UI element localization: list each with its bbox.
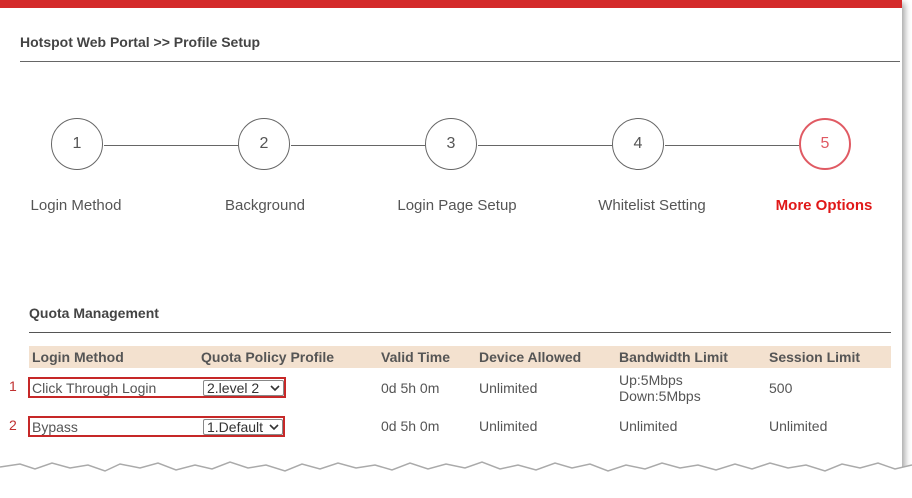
device-allowed-cell: Unlimited (479, 418, 538, 434)
step-2-label[interactable]: Background (185, 197, 345, 214)
quota-profile-select[interactable]: 2.level 2 (203, 380, 284, 396)
bandwidth-cell: Unlimited (619, 418, 678, 434)
step-4-label[interactable]: Whitelist Setting (572, 197, 732, 214)
quota-profile-value: 2.level 2 (207, 380, 260, 396)
table-header (29, 346, 891, 368)
step-1-label[interactable]: Login Method (0, 197, 156, 214)
section-divider (29, 332, 891, 333)
column-header-quota-profile: Quota Policy Profile (201, 349, 335, 365)
bandwidth-down-cell: Down:5Mbps (619, 388, 701, 404)
step-3-circle[interactable]: 3 (425, 118, 477, 170)
session-limit-cell: Unlimited (769, 418, 828, 434)
step-5-label[interactable]: More Options (744, 197, 902, 214)
step-2-circle[interactable]: 2 (238, 118, 290, 170)
valid-time-cell: 0d 5h 0m (381, 418, 440, 434)
step-3-label[interactable]: Login Page Setup (377, 197, 537, 214)
bandwidth-up-cell: Up:5Mbps (619, 372, 683, 388)
valid-time-cell: 0d 5h 0m (381, 380, 440, 396)
column-header-session-limit: Session Limit (769, 349, 861, 365)
section-title: Quota Management (29, 305, 159, 321)
row-number-annotation: 1 (9, 378, 17, 394)
column-header-device-allowed: Device Allowed (479, 349, 582, 365)
top-accent-bar (0, 0, 902, 8)
quota-profile-select[interactable]: 1.Default (203, 419, 283, 435)
torn-edge (0, 461, 912, 498)
step-4-circle[interactable]: 4 (612, 118, 664, 170)
highlight-box: Bypass 1.Default (28, 416, 285, 437)
column-header-login-method: Login Method (32, 349, 124, 365)
step-connector (291, 145, 425, 146)
header-divider (20, 61, 900, 62)
row-number-annotation: 2 (9, 417, 17, 433)
login-method-cell: Click Through Login (32, 380, 157, 396)
chevron-down-icon (270, 383, 280, 396)
chevron-down-icon (269, 422, 279, 435)
quota-profile-value: 1.Default (207, 419, 264, 435)
column-header-bandwidth-limit: Bandwidth Limit (619, 349, 728, 365)
highlight-box: Click Through Login 2.level 2 (28, 377, 286, 398)
step-1-circle[interactable]: 1 (51, 118, 103, 170)
breadcrumb: Hotspot Web Portal >> Profile Setup (20, 34, 261, 50)
step-connector (104, 145, 238, 146)
step-5-circle[interactable]: 5 (799, 118, 851, 170)
step-connector (665, 145, 799, 146)
device-allowed-cell: Unlimited (479, 380, 538, 396)
login-method-cell: Bypass (32, 419, 78, 435)
profile-setup-window: Hotspot Web Portal >> Profile Setup 1 2 … (0, 0, 902, 480)
column-header-valid-time: Valid Time (381, 349, 450, 365)
session-limit-cell: 500 (769, 380, 793, 396)
step-connector (478, 145, 612, 146)
